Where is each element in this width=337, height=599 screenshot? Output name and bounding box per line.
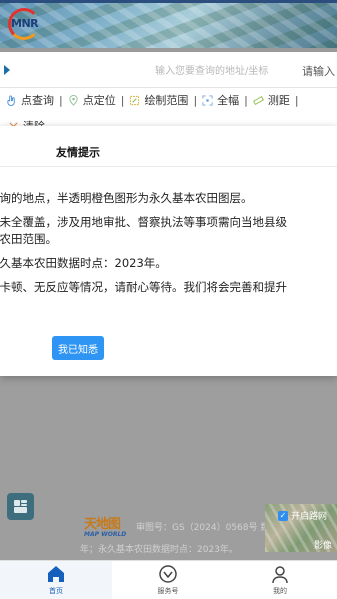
toolbar-divider: | (244, 93, 248, 107)
tool-point-query[interactable]: 点查询 (6, 92, 54, 108)
header-banner: MNR (0, 0, 337, 48)
service-icon (159, 565, 177, 583)
dialog-paragraph: 暂未全覆盖，涉及用地审批、督察执法等事项需向当地县级 (0, 215, 287, 229)
search-input[interactable]: 请输入 (302, 63, 335, 79)
status-strip (0, 0, 337, 3)
dialog-divider (0, 166, 337, 167)
expand-arrow-icon[interactable] (4, 65, 10, 75)
bottom-nav: 首页 服务号 我的 (0, 560, 337, 599)
brand-name-cn: 天地图 (84, 517, 121, 532)
measure-icon (252, 95, 264, 105)
tool-full-extent[interactable]: 全幅 (202, 92, 239, 108)
data-time-text: 年；永久基本农田数据时点：2023年。 (80, 545, 238, 555)
nav-mine[interactable]: 我的 (224, 561, 336, 599)
road-network-toggle[interactable]: ✓ 开启路网 (278, 509, 327, 522)
tool-label: 全幅 (217, 94, 240, 107)
tool-label: 点定位 (82, 94, 116, 107)
nav-home[interactable]: 首页 (0, 561, 112, 599)
app-logo: MNR (8, 8, 44, 40)
nav-label: 我的 (273, 587, 287, 595)
toolbar-divider: | (120, 93, 125, 107)
layers-grid-icon (14, 500, 27, 513)
acknowledge-button[interactable]: 我已知悉 (52, 336, 104, 360)
checkbox-checked-icon[interactable]: ✓ (278, 510, 288, 521)
tool-label: 绘制范围 (144, 94, 189, 107)
brand-logo: 天地图 MAP WORLD (84, 513, 132, 541)
dialog-body: 查询的地点，半透明橙色图形为永久基本农田图层。 暂未全覆盖，涉及用地审批、督察执… (0, 190, 328, 303)
dialog-title: 友情提示 (56, 146, 100, 159)
nav-label: 首页 (49, 587, 63, 595)
search-hint: 输入您要查询的地址/坐标 (155, 66, 269, 77)
notice-dialog: 友情提示 查询的地点，半透明橙色图形为永久基本农田图层。 暂未全覆盖，涉及用地审… (0, 126, 337, 376)
tool-measure[interactable]: 测距 (252, 92, 290, 108)
basemap-label: 影像 (314, 541, 333, 551)
logo-text: MNR (11, 17, 39, 30)
tool-label: 点查询 (21, 94, 54, 107)
home-icon (48, 566, 64, 582)
road-toggle-label: 开启路网 (291, 512, 328, 522)
tool-label: 测距 (267, 94, 290, 107)
brand-name-en: MAP WORLD (84, 531, 127, 538)
nav-service[interactable]: 服务号 (112, 561, 224, 599)
nav-label: 服务号 (157, 587, 179, 595)
full-extent-icon (202, 94, 213, 106)
hand-pointer-icon (7, 94, 15, 106)
dialog-paragraph: 查询的地点，半透明橙色图形为永久基本农田图层。 (0, 191, 253, 205)
location-pin-icon (69, 94, 78, 106)
dialog-paragraph: 生卡顿、无反应等情况，请耐心等待。我们将会完善和提升 (0, 280, 287, 294)
toolbar-divider: | (59, 93, 63, 107)
user-icon (272, 566, 288, 584)
dialog-paragraph: 永久基本农田数据时点：2023年。 (0, 256, 167, 270)
tool-draw-range[interactable]: 绘制范围 (129, 92, 188, 108)
draw-range-icon (130, 95, 140, 105)
toolbar-divider: | (294, 93, 299, 107)
search-bar[interactable]: 输入您要查询的地址/坐标 请输入 (0, 52, 337, 88)
map-toolbar: 点查询 | 点定位 | 绘制范围 | 全幅 | 测距 | 清除 (0, 88, 337, 133)
toolbar-divider: | (193, 93, 198, 107)
layer-switch-button[interactable] (7, 493, 34, 520)
dialog-paragraph: 本农田范围。 (0, 232, 57, 246)
tool-point-locate[interactable]: 点定位 (68, 92, 116, 108)
